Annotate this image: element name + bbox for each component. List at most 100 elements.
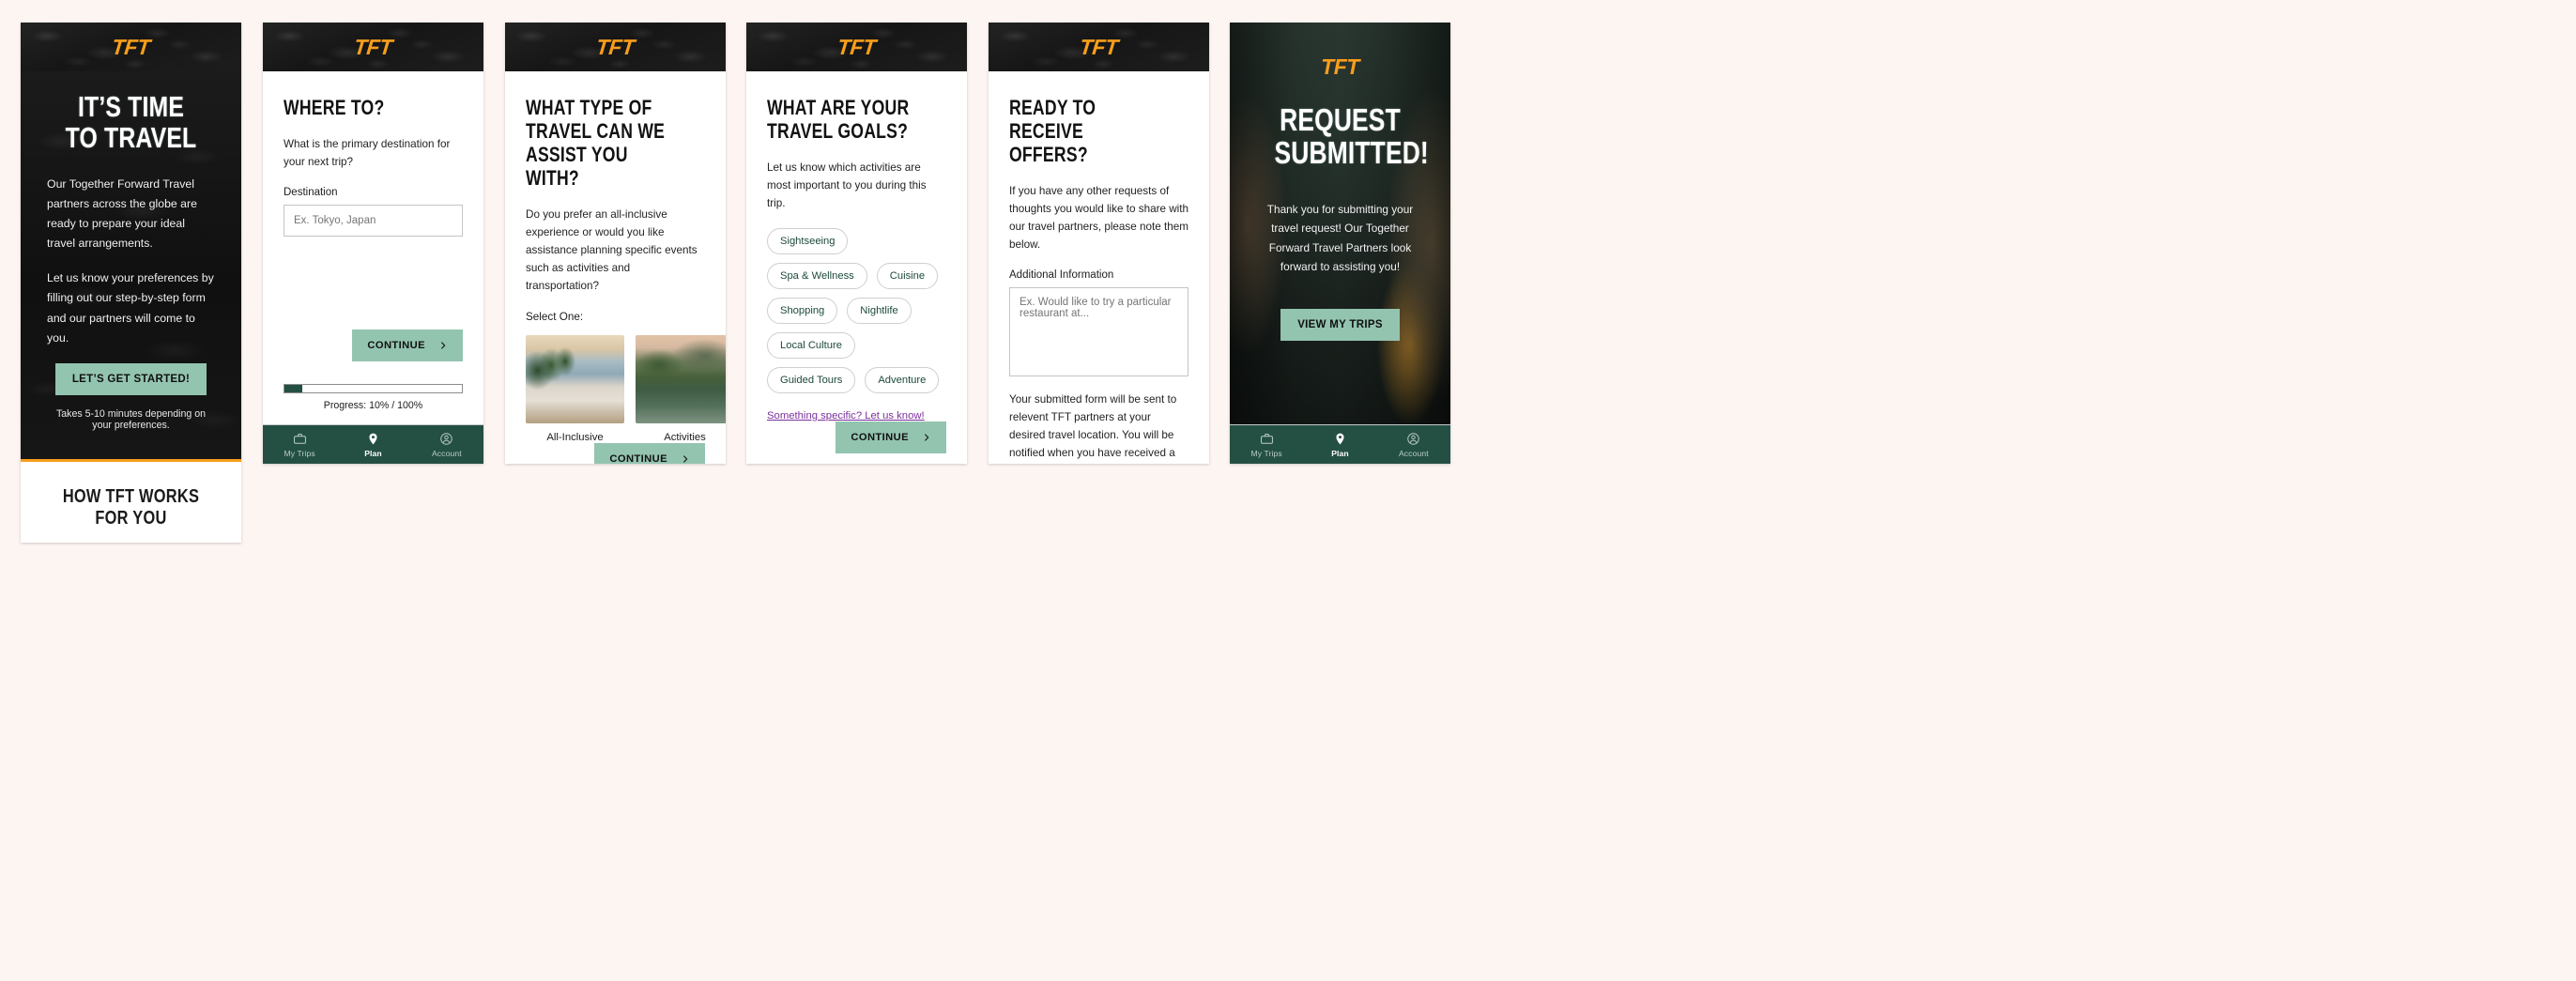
destination-label: Destination	[284, 186, 338, 198]
chip-nightlife[interactable]: Nightlife	[847, 298, 912, 325]
nav-label: Account	[431, 448, 462, 458]
progress-bar	[284, 384, 463, 393]
something-specific-link[interactable]: Something specific? Let us know!	[767, 410, 946, 422]
page-title: REQUEST SUBMITTED!	[1274, 102, 1429, 170]
form-body: WHAT ARE YOUR TRAVEL GOALS? Let us know …	[746, 71, 967, 464]
screen-intro: TFT IT’S TIME TO TRAVEL Our Together For…	[21, 23, 241, 543]
how-it-works-title: HOW TFT WORKS FOR YOU	[62, 485, 200, 529]
chevron-right-icon	[682, 455, 688, 463]
goal-chip-group: Sightseeing Spa & Wellness Cuisine Shopp…	[767, 228, 946, 394]
briefcase-icon	[1260, 433, 1273, 444]
intro-cta-wrapper: LET’S GET STARTED!	[47, 362, 215, 395]
form-footer: CONTINUE Progress: 60% / 100%	[767, 422, 946, 464]
nav-label: My Trips	[1250, 448, 1282, 458]
thank-you-message: Thank you for submitting your travel req…	[1266, 202, 1414, 274]
lets-get-started-button[interactable]: LET’S GET STARTED!	[54, 362, 207, 395]
choice-caption: Activities	[664, 432, 706, 444]
nav-label: Plan	[364, 448, 382, 458]
submission-note: Your submitted form will be sent to rele…	[1009, 393, 1177, 459]
choice-group: All-Inclusive Activities	[526, 335, 726, 443]
briefcase-icon	[293, 433, 306, 444]
form-footer: CONTINUE Progress: 25% / 100%	[526, 443, 705, 464]
resort-pool-photo	[526, 335, 624, 424]
choice-caption: All-Inclusive	[546, 432, 604, 444]
app-header-bar: TFT	[21, 23, 241, 71]
continue-button[interactable]: CONTINUE	[836, 422, 946, 454]
screen-travel-type: TFT WHAT TYPE OF TRAVEL CAN WE ASSIST YO…	[505, 23, 726, 464]
nav-item-account[interactable]: Account	[1377, 432, 1450, 458]
nav-item-my-trips[interactable]: My Trips	[263, 432, 336, 458]
app-header-bar: TFT	[989, 23, 1209, 71]
additional-information-label: Additional Information	[1009, 269, 1114, 282]
page-title: IT’S TIME TO TRAVEL	[65, 90, 197, 154]
nav-label: Account	[1398, 448, 1429, 458]
chip-adventure[interactable]: Adventure	[865, 367, 940, 394]
page-title: WHERE TO?	[284, 96, 385, 119]
continue-label: CONTINUE	[367, 340, 425, 351]
nav-item-my-trips[interactable]: My Trips	[1230, 432, 1303, 458]
additional-information-textarea[interactable]	[1009, 287, 1188, 377]
tft-logo: TFT	[110, 34, 152, 59]
continue-label: CONTINUE	[851, 432, 909, 444]
intro-hero: IT’S TIME TO TRAVEL Our Together Forward…	[21, 71, 241, 459]
screenshot-stage: TFT IT’S TIME TO TRAVEL Our Together For…	[0, 0, 2576, 981]
progress-bar-fill	[284, 385, 302, 392]
chip-shopping[interactable]: Shopping	[767, 298, 838, 325]
cta-row: CONTINUE	[526, 443, 705, 464]
question-subtitle: What is the primary destination for your…	[284, 138, 451, 169]
location-pin-icon	[1336, 433, 1344, 444]
form-footer: CONTINUE Progress: 10% / 100%	[284, 330, 463, 424]
choice-activities[interactable]: Activities	[636, 335, 726, 443]
app-header-bar: TFT	[746, 23, 967, 71]
confirmation-hero: TFT REQUEST SUBMITTED! Thank you for sub…	[1230, 23, 1450, 424]
nav-item-account[interactable]: Account	[410, 432, 483, 458]
continue-label: CONTINUE	[609, 453, 667, 464]
account-circle-icon	[1407, 432, 1420, 445]
nav-item-plan[interactable]: Plan	[336, 432, 409, 458]
nav-item-plan[interactable]: Plan	[1303, 432, 1376, 458]
page-title: WHAT TYPE OF TRAVEL CAN WE ASSIST YOU WI…	[526, 96, 666, 191]
screen-where-to: TFT WHERE TO? What is the primary destin…	[263, 23, 483, 464]
chip-guided-tours[interactable]: Guided Tours	[767, 367, 856, 394]
screen-travel-goals: TFT WHAT ARE YOUR TRAVEL GOALS? Let us k…	[746, 23, 967, 464]
chip-spa-wellness[interactable]: Spa & Wellness	[767, 263, 867, 290]
location-pin-icon	[369, 433, 377, 444]
confirmation-cta-wrapper: VIEW MY TRIPS	[1258, 309, 1422, 341]
question-subtitle: Let us know which activities are most im…	[767, 161, 927, 210]
chevron-right-icon	[924, 434, 929, 441]
tft-logo: TFT	[1078, 34, 1120, 59]
tft-logo: TFT	[1321, 54, 1359, 79]
choice-all-inclusive[interactable]: All-Inclusive	[526, 335, 624, 443]
nav-label: My Trips	[284, 448, 315, 458]
form-body: WHERE TO? What is the primary destinatio…	[263, 71, 483, 424]
chip-local-culture[interactable]: Local Culture	[767, 332, 855, 360]
tft-logo: TFT	[352, 34, 394, 59]
progress-caption: Progress: 10% / 100%	[323, 400, 423, 411]
tft-logo: TFT	[836, 34, 878, 59]
chip-sightseeing[interactable]: Sightseeing	[767, 228, 849, 255]
chevron-right-icon	[440, 342, 446, 349]
logo-wrapper: TFT	[1258, 54, 1422, 80]
cta-row: CONTINUE	[767, 422, 946, 454]
progress-column: Progress: 10% / 100%	[284, 384, 463, 411]
account-circle-icon	[440, 432, 453, 445]
duration-note: Takes 5-10 minutes depending on your pre…	[55, 407, 206, 431]
intro-paragraph-2: Let us know your preferences by filling …	[47, 271, 214, 345]
bottom-nav: My Trips Plan Account	[263, 424, 483, 464]
destination-input[interactable]	[284, 204, 463, 237]
bottom-nav: My Trips Plan Account	[1230, 424, 1450, 464]
tft-logo: TFT	[594, 34, 636, 59]
question-subtitle: Do you prefer an all-inclusive experienc…	[526, 208, 698, 293]
continue-button[interactable]: CONTINUE	[594, 443, 705, 464]
page-title: READY TO RECEIVE OFFERS?	[1009, 96, 1096, 167]
app-header-bar: TFT	[263, 23, 483, 71]
how-it-works-section: HOW TFT WORKS FOR YOU Receive offers tha…	[21, 461, 241, 543]
chip-cuisine[interactable]: Cuisine	[876, 263, 939, 290]
continue-button[interactable]: CONTINUE	[352, 330, 463, 361]
intro-paragraph-1: Our Together Forward Travel partners acr…	[47, 176, 197, 251]
app-header-bar: TFT	[505, 23, 726, 71]
screen-request-submitted: TFT REQUEST SUBMITTED! Thank you for sub…	[1230, 23, 1450, 464]
question-subtitle: If you have any other requests of though…	[1009, 185, 1189, 252]
form-body: READY TO RECEIVE OFFERS? If you have any…	[989, 71, 1209, 464]
view-my-trips-button[interactable]: VIEW MY TRIPS	[1280, 309, 1400, 341]
